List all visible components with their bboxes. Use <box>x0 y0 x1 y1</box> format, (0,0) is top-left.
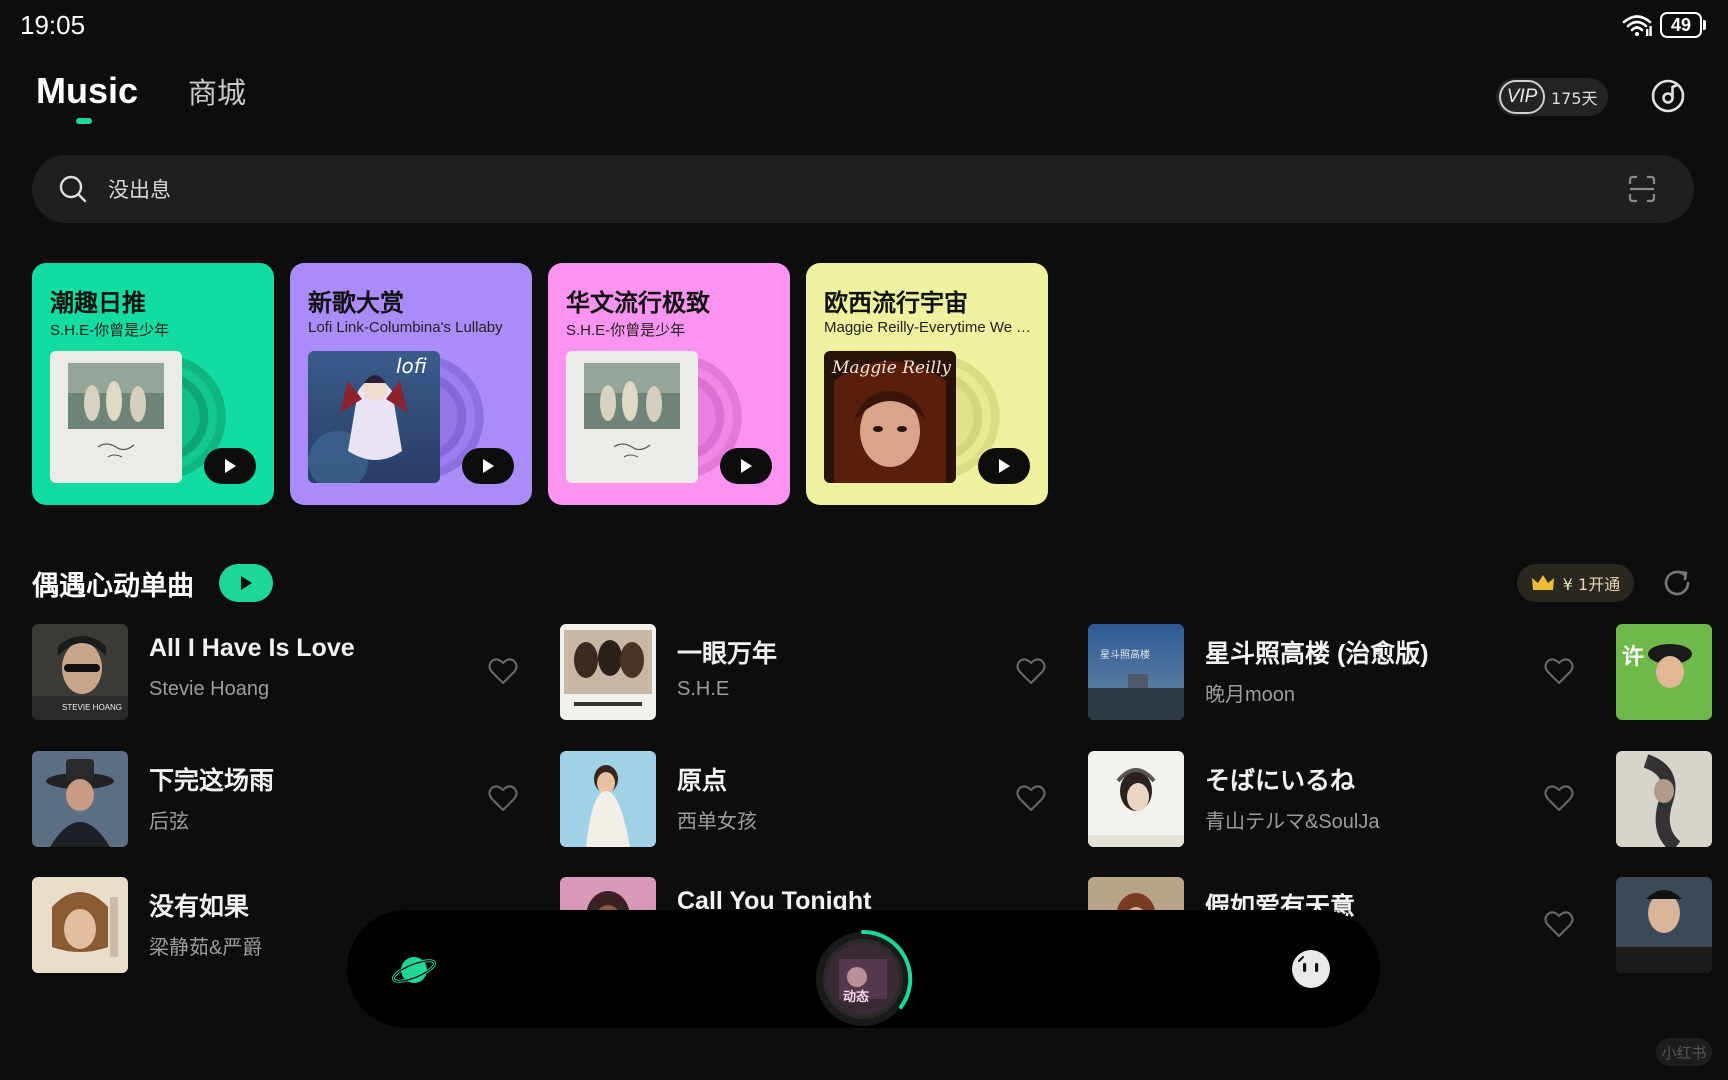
status-indicators: 49 <box>1622 12 1706 38</box>
song-cover-partial[interactable]: 许 <box>1616 624 1712 720</box>
search-icon <box>59 175 87 203</box>
song-cover: 星斗照高楼 <box>1088 624 1184 720</box>
song-title: 没有如果 <box>149 893 250 921</box>
play-icon <box>225 459 236 473</box>
card-subtitle: S.H.E-你曾是少年 <box>566 322 686 339</box>
playlist-card[interactable]: 新歌大赏 Lofi Link-Columbina's Lullaby lofi <box>290 263 532 505</box>
card-play-button[interactable] <box>978 448 1030 484</box>
song-cover-partial[interactable] <box>1616 751 1712 847</box>
card-title: 欧西流行宇宙 <box>824 289 968 317</box>
play-icon <box>741 459 752 473</box>
album-cover: Maggie Reilly <box>824 351 956 483</box>
heart-icon[interactable] <box>1544 784 1574 812</box>
song-title: 下完这场雨 <box>149 767 275 795</box>
search-bar[interactable]: 没出息 <box>32 155 1694 223</box>
song-title: そばにいるね <box>1205 767 1356 795</box>
card-play-button[interactable] <box>204 448 256 484</box>
section-title: 偶遇心动单曲 <box>32 571 194 602</box>
heart-icon[interactable] <box>488 784 518 812</box>
card-subtitle: Maggie Reilly-Everytime We Touch <box>824 319 1036 336</box>
song-cover <box>32 877 128 973</box>
section-play-all-button[interactable] <box>219 564 273 602</box>
battery-indicator: 49 <box>1660 12 1706 38</box>
album-cover <box>50 351 182 483</box>
face-icon[interactable] <box>1291 949 1331 989</box>
heart-icon[interactable] <box>1544 657 1574 685</box>
song-item[interactable]: そばにいるね 青山テルマ&SoulJa <box>1088 751 1588 847</box>
song-title: All I Have Is Love <box>149 634 355 662</box>
song-artist: 晚月moon <box>1205 684 1296 706</box>
svg-text:许: 许 <box>1622 644 1644 670</box>
song-cover <box>560 624 656 720</box>
playlist-card[interactable]: 华文流行极致 S.H.E-你曾是少年 <box>548 263 790 505</box>
now-playing-disc[interactable]: 动态 <box>813 929 913 1029</box>
tab-music-label: Music <box>36 70 139 111</box>
card-title: 潮趣日推 <box>50 289 146 317</box>
music-recognition-icon[interactable] <box>1650 78 1686 114</box>
card-title: 华文流行极致 <box>566 289 710 317</box>
playlist-card[interactable]: 潮趣日推 S.H.E-你曾是少年 <box>32 263 274 505</box>
vip-days-remaining: 175天 <box>1551 89 1598 108</box>
card-play-button[interactable] <box>462 448 514 484</box>
play-icon <box>241 576 252 590</box>
song-cover <box>560 751 656 847</box>
song-artist: Stevie Hoang <box>149 678 270 700</box>
svg-text:动态: 动态 <box>843 989 869 1005</box>
heart-icon[interactable] <box>1544 910 1574 938</box>
song-cover-partial[interactable] <box>1616 877 1712 973</box>
card-title: 新歌大赏 <box>308 289 404 317</box>
song-item[interactable]: 一眼万年 S.H.E <box>560 624 1060 720</box>
song-item[interactable]: 下完这场雨 后弦 <box>32 751 532 847</box>
playlist-cards: 潮趣日推 S.H.E-你曾是少年 新歌大赏 Lofi Link-Columbin… <box>32 263 1048 505</box>
song-artist: 青山テルマ&SoulJa <box>1205 811 1380 833</box>
song-item[interactable]: STEVIE HOANG All I Have Is Love Stevie H… <box>32 624 532 720</box>
bottom-player-bar: 动态 <box>347 910 1380 1028</box>
wifi-icon <box>1622 15 1652 36</box>
vip-badge: VIP <box>1499 80 1545 114</box>
song-cover: STEVIE HOANG <box>32 624 128 720</box>
song-item[interactable]: 原点 西单女孩 <box>560 751 1060 847</box>
play-icon <box>999 459 1010 473</box>
active-tab-indicator <box>76 118 92 124</box>
song-title: 一眼万年 <box>677 640 778 668</box>
vip-offer-label: ¥ 1开通 <box>1562 575 1621 594</box>
song-artist: 后弦 <box>149 811 189 833</box>
heart-icon[interactable] <box>488 657 518 685</box>
svg-text:星斗照高楼: 星斗照高楼 <box>1100 648 1150 661</box>
heart-icon[interactable] <box>1016 784 1046 812</box>
card-subtitle: Lofi Link-Columbina's Lullaby <box>308 319 503 336</box>
svg-text:Maggie Reilly: Maggie Reilly <box>831 358 951 378</box>
battery-level: 49 <box>1660 12 1702 38</box>
song-item[interactable]: 星斗照高楼 星斗照高楼 (治愈版) 晚月moon <box>1088 624 1588 720</box>
vip-status-button[interactable]: VIP 175天 <box>1496 78 1608 116</box>
card-play-button[interactable] <box>720 448 772 484</box>
song-title: 原点 <box>677 767 728 795</box>
planet-icon[interactable] <box>391 946 437 992</box>
scan-icon[interactable] <box>1628 175 1656 203</box>
song-artist: S.H.E <box>677 678 730 700</box>
play-icon <box>483 459 494 473</box>
svg-text:STEVIE HOANG: STEVIE HOANG <box>62 703 122 712</box>
playlist-card[interactable]: 欧西流行宇宙 Maggie Reilly-Everytime We Touch … <box>806 263 1048 505</box>
refresh-icon[interactable] <box>1662 568 1692 598</box>
album-cover: lofi <box>308 351 440 483</box>
song-artist: 梁静茹&严爵 <box>149 937 263 959</box>
song-cover <box>1088 751 1184 847</box>
status-time: 19:05 <box>20 10 86 40</box>
crown-icon <box>1531 575 1554 590</box>
song-artist: 西单女孩 <box>677 811 757 833</box>
song-cover <box>32 751 128 847</box>
tab-music[interactable]: Music <box>36 70 139 124</box>
tab-store[interactable]: 商城 <box>188 70 246 112</box>
card-subtitle: S.H.E-你曾是少年 <box>50 322 170 339</box>
vip-offer-button[interactable]: ¥ 1开通 <box>1517 564 1634 602</box>
album-cover <box>566 351 698 483</box>
svg-text:lofi: lofi <box>396 354 427 378</box>
watermark: 小红书 <box>1656 1038 1712 1066</box>
heart-icon[interactable] <box>1016 657 1046 685</box>
top-tabs: Music 商城 <box>36 70 246 124</box>
song-title: 星斗照高楼 (治愈版) <box>1205 640 1429 668</box>
search-input[interactable]: 没出息 <box>108 174 171 204</box>
